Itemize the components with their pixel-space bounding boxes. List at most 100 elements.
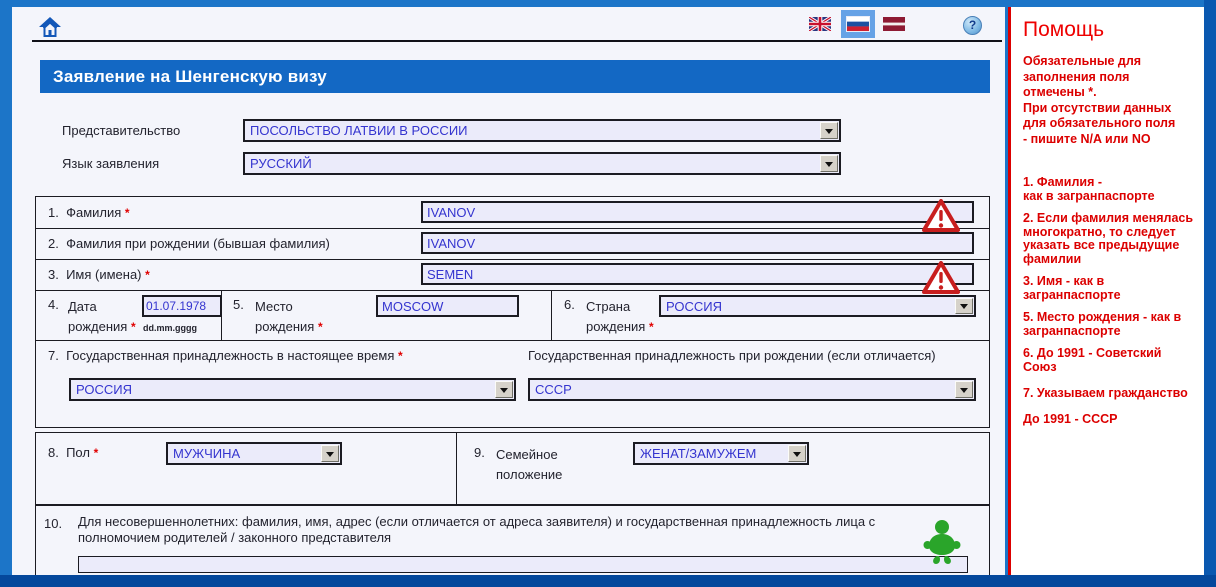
birth-country-label-text: Страна рождения xyxy=(586,299,645,334)
representation-value: ПОСОЛЬСТВО ЛАТВИИ В РОССИИ xyxy=(250,122,468,140)
field-number: 8. xyxy=(48,445,59,460)
language-label: Язык заявления xyxy=(62,156,159,171)
help-panel-title: Помощь xyxy=(1023,18,1204,42)
birthplace-label: Место рождения * xyxy=(255,297,333,337)
ru-flag-icon xyxy=(847,17,869,31)
firstname-input[interactable] xyxy=(421,263,974,285)
surname-label: Фамилия xyxy=(66,205,121,220)
surname-row-label: 1. Фамилия * xyxy=(48,205,130,220)
required-star: * xyxy=(318,320,323,334)
birth-country-label: Страна рождения * xyxy=(586,297,666,337)
marital-status-value: ЖЕНАТ/ЗАМУЖЕМ xyxy=(640,445,756,463)
field-number: 7. xyxy=(48,348,59,363)
birthplace-label-text: Место рождения xyxy=(255,299,314,334)
gender-label: Пол xyxy=(66,445,90,460)
language-flag-russian[interactable] xyxy=(841,10,875,38)
gender-marital-box: 8. Пол * МУЖЧИНА 9. Семейное положение Ж… xyxy=(35,432,990,505)
question-icon: ? xyxy=(969,18,976,32)
dropdown-arrow-button[interactable] xyxy=(788,445,806,462)
firstname-label: Имя (имена) xyxy=(66,267,141,282)
field-number: 2. xyxy=(48,236,59,251)
citizenship-now-label-text: Государственная принадлежность в настоящ… xyxy=(66,348,394,363)
dropdown-arrow-button[interactable] xyxy=(820,122,838,139)
citizenship-birth-label: Государственная принадлежность при рожде… xyxy=(528,348,936,363)
birthdate-label: Дата рождения * xyxy=(68,297,140,337)
field-number: 10. xyxy=(44,516,62,531)
required-star: * xyxy=(649,320,654,334)
chevron-down-icon xyxy=(825,162,833,171)
field-number: 9. xyxy=(474,445,485,460)
minors-label: Для несовершеннолетних: фамилия, имя, ад… xyxy=(78,514,948,546)
surname-input[interactable] xyxy=(421,201,974,223)
chevron-down-icon xyxy=(326,452,334,461)
gender-row-label: 8. Пол * xyxy=(48,445,98,460)
chevron-down-icon xyxy=(500,388,508,397)
home-icon xyxy=(38,15,62,39)
dropdown-arrow-button[interactable] xyxy=(955,381,973,398)
birthdate-label-text: Дата рождения xyxy=(68,299,127,334)
required-star: * xyxy=(125,206,130,220)
birth-surname-label: Фамилия при рождении (бывшая фамилия) xyxy=(66,236,330,251)
dropdown-arrow-button[interactable] xyxy=(955,298,973,314)
minors-box: 10. Для несовершеннолетних: фамилия, имя… xyxy=(35,505,990,575)
minors-input[interactable] xyxy=(78,556,968,573)
page-frame-bottom xyxy=(0,575,1216,587)
dropdown-arrow-button[interactable] xyxy=(321,445,339,462)
chevron-down-icon xyxy=(793,452,801,461)
date-format-hint: dd.mm.gggg xyxy=(143,323,197,333)
field-number: 1. xyxy=(48,205,59,220)
birthdate-input[interactable] xyxy=(142,295,222,317)
warning-icon xyxy=(922,261,960,295)
home-button[interactable] xyxy=(38,15,62,39)
marital-status-select[interactable]: ЖЕНАТ/ЗАМУЖЕМ xyxy=(633,442,809,465)
citizenship-birth-select[interactable]: СССР xyxy=(528,378,976,401)
toolbar-divider xyxy=(32,40,1002,42)
marital-status-label: Семейное положение xyxy=(496,445,586,485)
help-item: 6. До 1991 - Советский Союз xyxy=(1023,347,1196,374)
field-number: 4. xyxy=(48,297,59,312)
field-number: 6. xyxy=(564,297,575,312)
help-item: 1. Фамилия - как в загранпаспорте xyxy=(1023,176,1196,203)
birthplace-input[interactable] xyxy=(376,295,519,317)
field-number: 5. xyxy=(233,297,244,312)
language-value: РУССКИЙ xyxy=(250,155,312,173)
help-item: 5. Место рождения - как в загранпаспорте xyxy=(1023,311,1196,338)
representation-label: Представительство xyxy=(62,123,180,138)
language-flag-english[interactable] xyxy=(809,17,831,32)
citizenship-birth-value: СССР xyxy=(535,381,572,399)
citizenship-now-select[interactable]: РОССИЯ xyxy=(69,378,516,401)
required-star: * xyxy=(94,446,99,460)
baby-icon xyxy=(922,518,962,566)
help-item: 3. Имя - как в загранпаспорте xyxy=(1023,275,1196,302)
birth-surname-input[interactable] xyxy=(421,232,974,254)
warning-icon xyxy=(922,199,960,233)
birth-surname-row-label: 2. Фамилия при рождении (бывшая фамилия) xyxy=(48,236,330,251)
language-flag-latvian[interactable] xyxy=(883,17,905,32)
gender-value: МУЖЧИНА xyxy=(173,445,240,463)
page-title: Заявление на Шенгенскую визу xyxy=(40,60,990,93)
gender-select[interactable]: МУЖЧИНА xyxy=(166,442,342,465)
dropdown-arrow-button[interactable] xyxy=(495,381,513,398)
help-intro-text: Обязательные для заполнения поля отмечен… xyxy=(1023,54,1194,147)
help-item: 7. Указываем гражданство xyxy=(1023,387,1196,401)
citizenship-now-label: 7. Государственная принадлежность в наст… xyxy=(48,348,403,363)
representation-select[interactable]: ПОСОЛЬСТВО ЛАТВИИ В РОССИИ xyxy=(243,119,841,142)
personal-data-box: 1. Фамилия * 2. Фамилия при рождении (бы… xyxy=(35,196,990,428)
language-select[interactable]: РУССКИЙ xyxy=(243,152,841,175)
help-items-list: 1. Фамилия - как в загранпаспорте 2. Есл… xyxy=(1011,176,1204,426)
required-star: * xyxy=(398,349,403,363)
help-button[interactable]: ? xyxy=(963,16,982,35)
field-number: 3. xyxy=(48,267,59,282)
help-item: До 1991 - СССР xyxy=(1023,413,1196,427)
uk-flag-icon xyxy=(809,17,831,31)
help-item: 2. Если фамилия менялась многократно, то… xyxy=(1023,212,1196,266)
citizenship-now-value: РОССИЯ xyxy=(76,381,132,399)
main-panel: ? Заявление на Шенгенскую визу Представи… xyxy=(12,7,1005,575)
dropdown-arrow-button[interactable] xyxy=(820,155,838,172)
chevron-down-icon xyxy=(825,129,833,138)
birth-country-value: РОССИЯ xyxy=(666,298,722,316)
chevron-down-icon xyxy=(960,388,968,397)
required-star: * xyxy=(131,320,136,334)
birth-country-select[interactable]: РОССИЯ xyxy=(659,295,976,317)
page-frame-right xyxy=(1204,0,1216,587)
